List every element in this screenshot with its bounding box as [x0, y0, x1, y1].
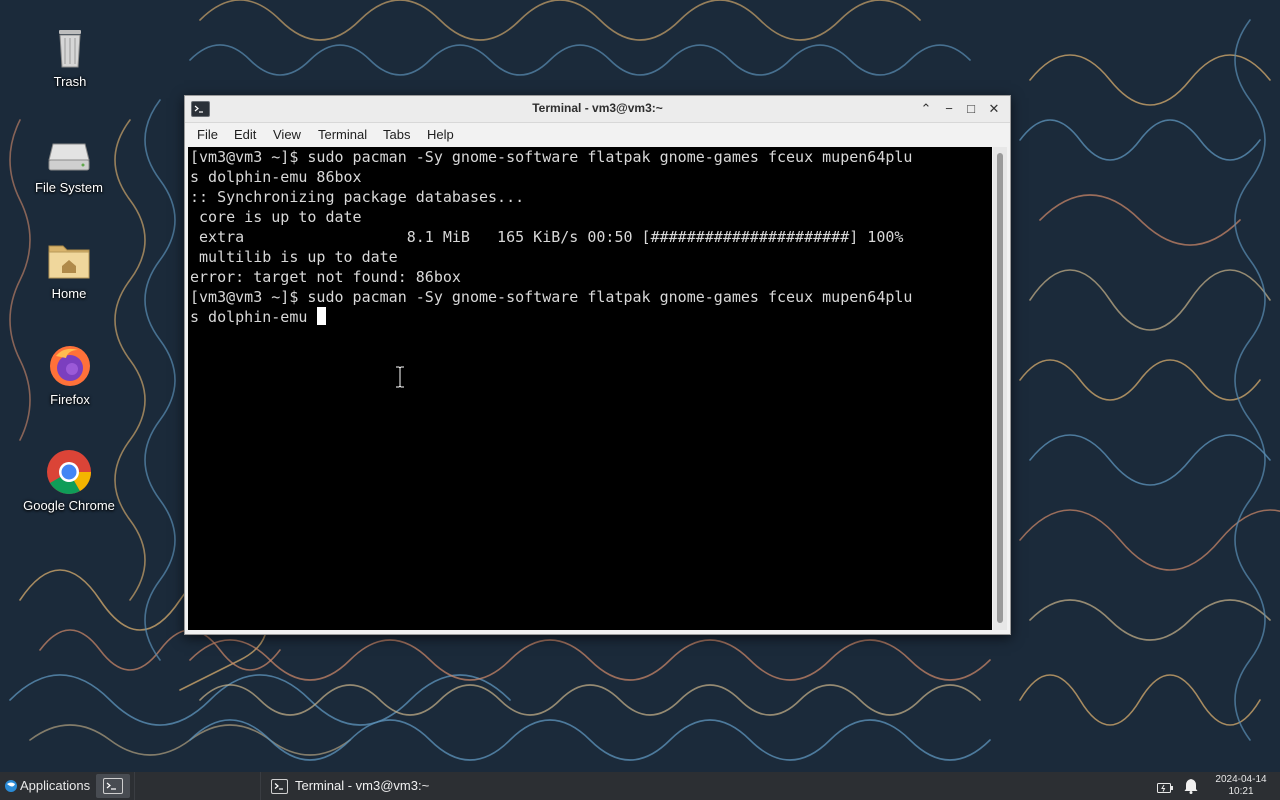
terminal-line: extra 8.1 MiB 165 KiB/s 00:50 [#########…	[190, 228, 904, 246]
desktop-icon-firefox[interactable]: Firefox	[15, 342, 125, 407]
desktop-icon-label: Firefox	[50, 392, 90, 407]
desktop-icon-home[interactable]: Home	[14, 236, 124, 301]
desktop-icon-label: Trash	[53, 74, 87, 89]
task-button-terminal[interactable]: Terminal - vm3@vm3:~	[265, 774, 465, 798]
terminal-line: :: Synchronizing package databases...	[190, 188, 525, 206]
text-cursor	[317, 307, 327, 325]
taskbar-separator	[134, 772, 135, 800]
terminal-line: s dolphin-emu 86box	[190, 168, 362, 186]
close-button[interactable]: ✕	[984, 99, 1004, 119]
clock[interactable]: 2024-04-14 10:21	[1208, 774, 1274, 798]
menu-tabs[interactable]: Tabs	[383, 127, 410, 142]
vertical-scrollbar[interactable]	[993, 147, 1007, 630]
terminal-line: [vm3@vm3 ~]$ sudo pacman -Sy gnome-softw…	[190, 288, 913, 306]
trash-icon	[46, 24, 94, 72]
desktop-icon-label: Home	[51, 286, 87, 301]
terminal-line: [vm3@vm3 ~]$ sudo pacman -Sy gnome-softw…	[190, 148, 913, 166]
menu-bar: File Edit View Terminal Tabs Help	[185, 123, 1010, 145]
desktop-icon-label: Google Chrome	[23, 498, 115, 513]
firefox-icon	[46, 342, 94, 390]
terminal-line: multilib is up to date	[190, 248, 398, 266]
terminal-icon	[271, 779, 288, 794]
drive-icon	[45, 130, 93, 178]
menu-view[interactable]: View	[273, 127, 301, 142]
chevron-up-icon: ⌃	[920, 101, 932, 116]
applications-menu-button[interactable]: Applications	[2, 772, 94, 800]
clock-time: 10:21	[1228, 786, 1254, 797]
terminal-text: [vm3@vm3 ~]$ sudo pacman -Sy gnome-softw…	[190, 147, 912, 327]
menu-terminal[interactable]: Terminal	[318, 127, 367, 142]
terminal-launcher-button[interactable]	[96, 774, 130, 798]
scrollbar-thumb[interactable]	[997, 153, 1003, 623]
desktop-icon-label: File System	[35, 180, 103, 195]
maximize-button[interactable]: □	[961, 99, 981, 119]
minimize-button[interactable]: −	[939, 99, 959, 119]
window-titlebar[interactable]: Terminal - vm3@vm3:~ ⌃ − □ ✕	[185, 96, 1010, 123]
window-title: Terminal - vm3@vm3:~	[532, 101, 663, 115]
menu-edit[interactable]: Edit	[234, 127, 256, 142]
maximize-icon: □	[967, 101, 975, 116]
terminal-window[interactable]: Terminal - vm3@vm3:~ ⌃ − □ ✕ File Edit V…	[184, 95, 1011, 635]
menu-help[interactable]: Help	[427, 127, 454, 142]
terminal-icon	[103, 778, 123, 794]
shade-button[interactable]: ⌃	[916, 99, 936, 119]
chrome-icon	[45, 448, 93, 496]
taskbar: Applications Terminal - vm3@vm3:~ 2024-0…	[0, 772, 1280, 800]
terminal-line: core is up to date	[190, 208, 362, 226]
close-icon: ✕	[988, 101, 1000, 116]
home-folder-icon	[45, 236, 93, 284]
desktop-icon-trash[interactable]: Trash	[15, 24, 125, 89]
desktop-icon-google-chrome[interactable]: Google Chrome	[14, 448, 124, 513]
clock-date: 2024-04-14	[1215, 774, 1267, 785]
xfce-logo-icon	[4, 779, 18, 793]
desktop-icon-file-system[interactable]: File System	[14, 130, 124, 195]
terminal-output[interactable]: [vm3@vm3 ~]$ sudo pacman -Sy gnome-softw…	[188, 147, 992, 630]
menu-file[interactable]: File	[197, 127, 218, 142]
notification-bell-icon[interactable]	[1184, 778, 1198, 794]
terminal-input-line: s dolphin-emu	[190, 307, 912, 327]
taskbar-separator	[260, 772, 261, 800]
applications-label: Applications	[20, 778, 91, 793]
task-button-label: Terminal - vm3@vm3:~	[295, 778, 430, 793]
battery-icon[interactable]	[1157, 781, 1173, 793]
minimize-icon: −	[945, 101, 953, 116]
terminal-line: s dolphin-emu	[190, 308, 317, 326]
terminal-line: error: target not found: 86box	[190, 268, 461, 286]
ibeam-cursor-icon	[395, 365, 405, 389]
